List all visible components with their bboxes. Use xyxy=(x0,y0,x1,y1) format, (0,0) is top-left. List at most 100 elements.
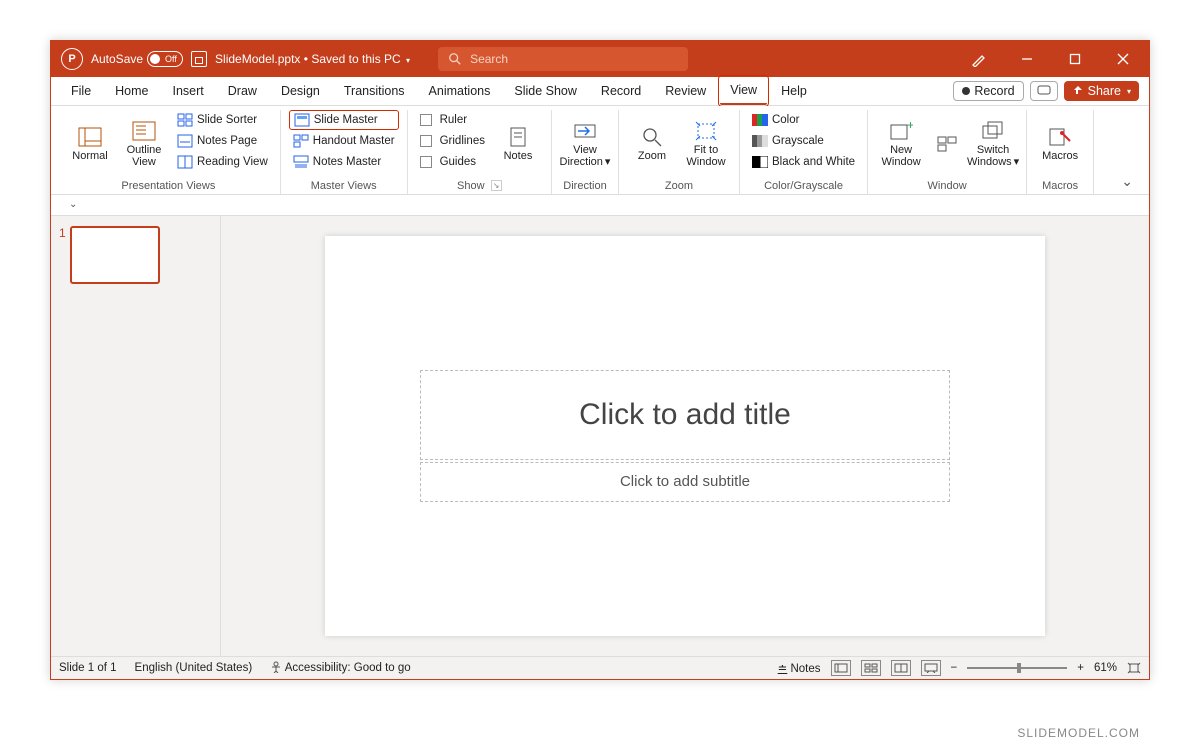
dialog-launcher-icon[interactable]: ↘ xyxy=(491,180,502,191)
watermark: SLIDEMODEL.COM xyxy=(0,720,1200,746)
thumbnail-preview[interactable] xyxy=(70,226,160,284)
outline-view-button[interactable]: Outline View xyxy=(119,110,169,178)
tab-slideshow[interactable]: Slide Show xyxy=(504,77,587,105)
notes-button[interactable]: Notes xyxy=(493,110,543,178)
tab-transitions[interactable]: Transitions xyxy=(334,77,415,105)
checkbox-icon xyxy=(420,156,432,168)
title-bar: P AutoSave Off SlideModel.pptx • Saved t… xyxy=(51,41,1149,77)
language-status[interactable]: English (United States) xyxy=(135,662,253,674)
ruler-checkbox[interactable]: Ruler xyxy=(416,110,489,130)
slide-canvas-area[interactable]: Click to add title Click to add subtitle xyxy=(221,216,1149,656)
gridlines-checkbox[interactable]: Gridlines xyxy=(416,131,489,151)
tab-record[interactable]: Record xyxy=(591,77,651,105)
chevron-down-icon: ▾ xyxy=(1127,87,1131,96)
zoom-percent[interactable]: 61% xyxy=(1094,662,1117,674)
window-tools[interactable] xyxy=(930,110,964,178)
tab-home[interactable]: Home xyxy=(105,77,158,105)
tab-view[interactable]: View xyxy=(720,77,767,105)
black-white-button[interactable]: Black and White xyxy=(748,152,859,172)
maximize-button[interactable] xyxy=(1055,41,1095,77)
notes-icon xyxy=(506,126,530,148)
notes-master-button[interactable]: Notes Master xyxy=(289,152,399,172)
zoom-out-button[interactable]: − xyxy=(951,662,958,674)
tab-draw[interactable]: Draw xyxy=(218,77,267,105)
grayscale-icon xyxy=(752,133,768,149)
arrange-icon xyxy=(935,133,959,155)
minimize-button[interactable] xyxy=(1007,41,1047,77)
new-window-button[interactable]: + New Window xyxy=(876,110,926,178)
notes-toggle[interactable]: ≐ Notes xyxy=(778,661,821,675)
autosave-toggle[interactable]: AutoSave Off xyxy=(91,51,183,67)
group-label: Zoom xyxy=(665,178,693,194)
grayscale-button[interactable]: Grayscale xyxy=(748,131,859,151)
document-title[interactable]: SlideModel.pptx • Saved to this PC ▾ xyxy=(215,52,410,66)
guides-checkbox[interactable]: Guides xyxy=(416,152,489,172)
reading-view-status-button[interactable] xyxy=(891,660,911,676)
title-placeholder[interactable]: Click to add title xyxy=(420,370,950,460)
tab-animations[interactable]: Animations xyxy=(419,77,501,105)
new-window-icon: + xyxy=(889,120,913,142)
presenter-icon xyxy=(1037,85,1051,97)
workspace: 1 Click to add title Click to add subtit… xyxy=(51,216,1149,656)
collapse-ribbon-button[interactable]: ⌄ xyxy=(1111,110,1143,194)
sorter-view-status-button[interactable] xyxy=(861,660,881,676)
subtitle-placeholder[interactable]: Click to add subtitle xyxy=(420,462,950,502)
tab-design[interactable]: Design xyxy=(271,77,330,105)
notes-page-button[interactable]: Notes Page xyxy=(173,131,272,151)
accessibility-status[interactable]: Accessibility: Good to go xyxy=(270,661,410,674)
slide[interactable]: Click to add title Click to add subtitle xyxy=(325,236,1045,636)
group-label: Macros xyxy=(1042,178,1078,194)
macros-icon xyxy=(1048,126,1072,148)
outline-view-icon xyxy=(132,120,156,142)
reading-view-button[interactable]: Reading View xyxy=(173,152,272,172)
group-master-views: Slide Master Handout Master Notes Master… xyxy=(281,110,408,194)
thumbnail-slide-1[interactable]: 1 xyxy=(59,226,212,284)
slide-master-button[interactable]: Slide Master xyxy=(289,110,399,130)
search-box[interactable]: Search xyxy=(438,47,688,71)
fit-to-window-button[interactable]: Fit to Window xyxy=(681,110,731,178)
zoom-slider[interactable] xyxy=(967,667,1067,669)
slide-sorter-button[interactable]: Slide Sorter xyxy=(173,110,272,130)
zoom-button[interactable]: Zoom xyxy=(627,110,677,178)
autosave-switch[interactable]: Off xyxy=(147,51,183,67)
search-icon xyxy=(448,52,462,66)
chevron-down-icon: ⌄ xyxy=(1121,173,1133,190)
handout-master-button[interactable]: Handout Master xyxy=(289,131,399,151)
caret-icon: ⌄ xyxy=(69,199,77,210)
zoom-in-button[interactable]: + xyxy=(1077,662,1084,674)
slide-thumbnails-pane[interactable]: 1 xyxy=(51,216,221,656)
tab-insert[interactable]: Insert xyxy=(163,77,214,105)
slide-master-icon xyxy=(294,112,310,128)
macros-button[interactable]: Macros xyxy=(1035,110,1085,178)
fit-window-icon xyxy=(694,120,718,142)
color-button[interactable]: Color xyxy=(748,110,859,130)
group-window: + New Window Switch Windows▾ Window xyxy=(868,110,1027,194)
powerpoint-window: P AutoSave Off SlideModel.pptx • Saved t… xyxy=(50,40,1150,680)
group-color-grayscale: Color Grayscale Black and White Color/Gr… xyxy=(740,110,868,194)
qat-dropdown[interactable]: ⌄ xyxy=(51,195,1149,216)
save-icon[interactable] xyxy=(191,51,207,67)
close-button[interactable] xyxy=(1103,41,1143,77)
record-button[interactable]: Record xyxy=(953,81,1023,101)
fit-slide-button[interactable] xyxy=(1127,662,1141,674)
slide-count[interactable]: Slide 1 of 1 xyxy=(59,662,117,674)
autosave-label: AutoSave xyxy=(91,52,143,66)
group-label: Window xyxy=(928,178,967,194)
tab-review[interactable]: Review xyxy=(655,77,716,105)
switch-windows-icon xyxy=(981,120,1005,142)
view-direction-button[interactable]: View Direction▾ xyxy=(560,110,610,178)
tab-help[interactable]: Help xyxy=(771,77,817,105)
switch-windows-button[interactable]: Switch Windows▾ xyxy=(968,110,1018,178)
normal-view-status-button[interactable] xyxy=(831,660,851,676)
share-button[interactable]: Share▾ xyxy=(1064,81,1139,101)
present-mode-button[interactable] xyxy=(1030,81,1058,101)
bw-icon xyxy=(752,154,768,170)
tab-file[interactable]: File xyxy=(61,77,101,105)
ink-icon[interactable] xyxy=(959,41,999,77)
slideshow-status-button[interactable] xyxy=(921,660,941,676)
checkbox-icon xyxy=(420,114,432,126)
status-bar: Slide 1 of 1 English (United States) Acc… xyxy=(51,656,1149,679)
normal-view-button[interactable]: Normal xyxy=(65,110,115,178)
group-show: Ruler Gridlines Guides Notes Show↘ xyxy=(408,110,552,194)
group-label: Direction xyxy=(563,178,606,194)
